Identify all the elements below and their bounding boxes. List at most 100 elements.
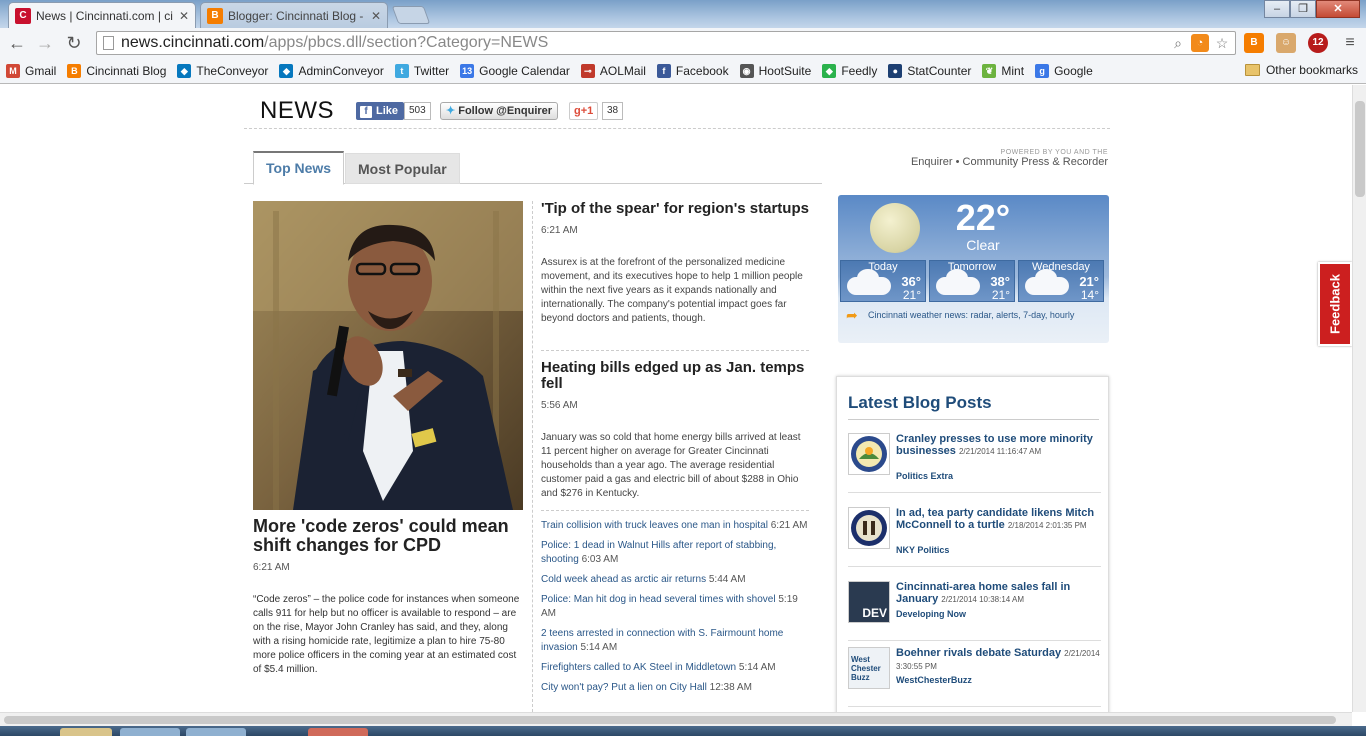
facebook-like-button[interactable]: f Like [356, 102, 405, 120]
moon-icon [870, 203, 920, 253]
forward-button[interactable]: → [34, 33, 56, 53]
forecast-today[interactable]: Today 36° 21° [840, 260, 926, 302]
menu-icon[interactable]: ≡ [1340, 33, 1360, 53]
kentucky-seal-icon[interactable] [848, 507, 890, 549]
google-icon: g [1035, 64, 1050, 78]
blog-post-title[interactable]: Cincinnati-area home sales fall in Janua… [896, 581, 1101, 606]
gplus-label: +1 [580, 105, 594, 117]
twitter-follow-label: Follow @Enquirer [458, 105, 553, 117]
forecast-day: Wednesday [1032, 261, 1090, 273]
other-bookmarks-label: Other bookmarks [1265, 63, 1358, 77]
tab-top-news[interactable]: Top News [253, 151, 345, 185]
taskbar-item[interactable] [120, 728, 180, 736]
taskbar [0, 726, 1366, 736]
headline-link[interactable]: Police: 1 dead in Walnut Hills after rep… [541, 539, 811, 567]
maximize-button[interactable]: ❐ [1290, 0, 1316, 18]
blog-source[interactable]: NKY Politics [896, 545, 949, 555]
blog-source[interactable]: Developing Now [896, 609, 966, 619]
bookmark-google[interactable]: g Google [1035, 64, 1093, 78]
taskbar-item[interactable] [60, 728, 112, 736]
blogger-icon[interactable]: B [1244, 33, 1264, 53]
vertical-scrollbar[interactable] [1352, 85, 1366, 712]
column-divider [532, 201, 533, 712]
scroll-thumb[interactable] [4, 716, 1336, 724]
forecast-tomorrow[interactable]: Tomorrow 38° 21° [929, 260, 1015, 302]
forecast-wednesday[interactable]: Wednesday 21° 14° [1018, 260, 1104, 302]
rss-icon[interactable]: ◔ [1191, 34, 1209, 52]
headline-link[interactable]: City won't pay? Put a lien on City Hall … [541, 681, 811, 695]
minimize-button[interactable]: – [1264, 0, 1290, 18]
close-window-button[interactable]: ✕ [1316, 0, 1360, 18]
bookmark-adminconveyor[interactable]: ◆ AdminConveyor [279, 64, 384, 78]
close-tab-icon[interactable]: ✕ [371, 9, 381, 23]
powered-by-small: POWERED BY YOU AND THE [1000, 149, 1108, 156]
headline-link[interactable]: Train collision with truck leaves one ma… [541, 519, 811, 533]
blog-post-title[interactable]: Cranley presses to use more minority bus… [896, 433, 1101, 458]
bookmark-google-calendar[interactable]: 13 Google Calendar [460, 64, 570, 78]
hero-photo[interactable] [253, 201, 523, 510]
link-title: Police: Man hit dog in head several time… [541, 594, 776, 605]
blog-post: In ad, tea party candidate likens Mitch … [848, 507, 1101, 567]
forecast-high: 21° [1079, 274, 1099, 289]
forecast-day: Today [868, 261, 898, 273]
bookmark-gmail[interactable]: M Gmail [6, 64, 56, 78]
new-tab-button[interactable] [391, 6, 431, 24]
twitter-follow-button[interactable]: ✦ Follow @Enquirer [440, 102, 559, 120]
bookmark-aolmail[interactable]: ⊸ AOLMail [580, 64, 646, 78]
blog-post-title[interactable]: Boehner rivals debate Saturday 2/21/2014… [896, 647, 1101, 673]
story-headline[interactable]: 'Tip of the spear' for region's startups [541, 201, 811, 217]
blog-source[interactable]: Politics Extra [896, 471, 953, 481]
scroll-thumb[interactable] [1355, 101, 1365, 197]
bookmark-feedly[interactable]: ◆ Feedly [822, 64, 877, 78]
link-title: City won't pay? Put a lien on City Hall [541, 682, 707, 693]
feedback-button[interactable]: Feedback [1318, 262, 1352, 346]
calendar-icon: 13 [460, 64, 475, 78]
url-path: /apps/pbcs.dll/section?Category=NEWS [264, 34, 549, 51]
star-icon[interactable]: ☆ [1213, 34, 1231, 52]
window-controls: – ❐ ✕ [1264, 0, 1360, 18]
tab-most-popular[interactable]: Most Popular [345, 153, 460, 184]
bookmark-label: Mint [1001, 64, 1025, 78]
other-bookmarks[interactable]: Other bookmarks [1244, 63, 1358, 77]
developing-now-thumb[interactable]: DEV [848, 581, 890, 623]
bookmark-hootsuite[interactable]: ◉ HootSuite [739, 64, 811, 78]
abp-icon[interactable]: 12 [1308, 33, 1328, 53]
avatar-icon[interactable]: ☺ [1276, 33, 1296, 53]
address-bar[interactable]: news.cincinnati.com/apps/pbcs.dll/sectio… [96, 31, 1236, 55]
headline-link[interactable]: Firefighters called to AK Steel in Middl… [541, 661, 811, 675]
folder-icon [1244, 64, 1260, 76]
bookmark-theconveyor[interactable]: ◆ TheConveyor [177, 64, 268, 78]
key-icon: ⊸ [580, 64, 595, 78]
bookmark-statcounter[interactable]: ● StatCounter [888, 64, 971, 78]
weather-news-link[interactable]: ➦ Cincinnati weather news: radar, alerts… [846, 308, 1101, 322]
back-button[interactable]: ← [6, 33, 28, 53]
google-plus-button[interactable]: g+1 [569, 102, 599, 120]
headline-link[interactable]: Cold week ahead as arctic air returns 5:… [541, 573, 811, 587]
search-icon[interactable]: ⌕ [1169, 34, 1187, 52]
feedback-label: Feedback [1327, 274, 1343, 334]
fb-like-count: 503 [404, 102, 431, 120]
taskbar-item[interactable] [186, 728, 246, 736]
twitter-bird-icon: ✦ [446, 105, 456, 117]
horizontal-scrollbar[interactable] [0, 712, 1352, 726]
story-headline[interactable]: Heating bills edged up as Jan. temps fel… [541, 360, 811, 392]
westchester-buzz-thumb[interactable]: West Chester Buzz [848, 647, 890, 689]
tab-news-cincinnati[interactable]: C News | Cincinnati.com | ci ✕ [8, 2, 196, 28]
headline-link[interactable]: Police: Man hit dog in head several time… [541, 593, 811, 621]
taskbar-item[interactable] [308, 728, 368, 736]
blogger-favicon-icon: B [207, 7, 223, 24]
blog-post-title[interactable]: In ad, tea party candidate likens Mitch … [896, 507, 1101, 532]
tab-blogger[interactable]: B Blogger: Cincinnati Blog - ✕ [200, 2, 388, 28]
reload-button[interactable]: ↻ [63, 33, 85, 53]
latest-blog-posts: Latest Blog Posts Cranley presses to use… [836, 376, 1109, 712]
headline-link[interactable]: 2 teens arrested in connection with S. F… [541, 627, 811, 655]
cloud-icon [847, 269, 891, 295]
bookmark-facebook[interactable]: f Facebook [656, 64, 729, 78]
bookmark-mint[interactable]: ❦ Mint [982, 64, 1024, 78]
bookmark-cincinnati-blog[interactable]: B Cincinnati Blog [67, 64, 166, 78]
close-tab-icon[interactable]: ✕ [179, 9, 189, 23]
hero-headline[interactable]: More 'code zeros' could mean shift chang… [253, 517, 525, 555]
bookmark-twitter[interactable]: t Twitter [394, 64, 449, 78]
ohio-seal-icon[interactable] [848, 433, 890, 475]
blog-source[interactable]: WestChesterBuzz [896, 675, 972, 685]
